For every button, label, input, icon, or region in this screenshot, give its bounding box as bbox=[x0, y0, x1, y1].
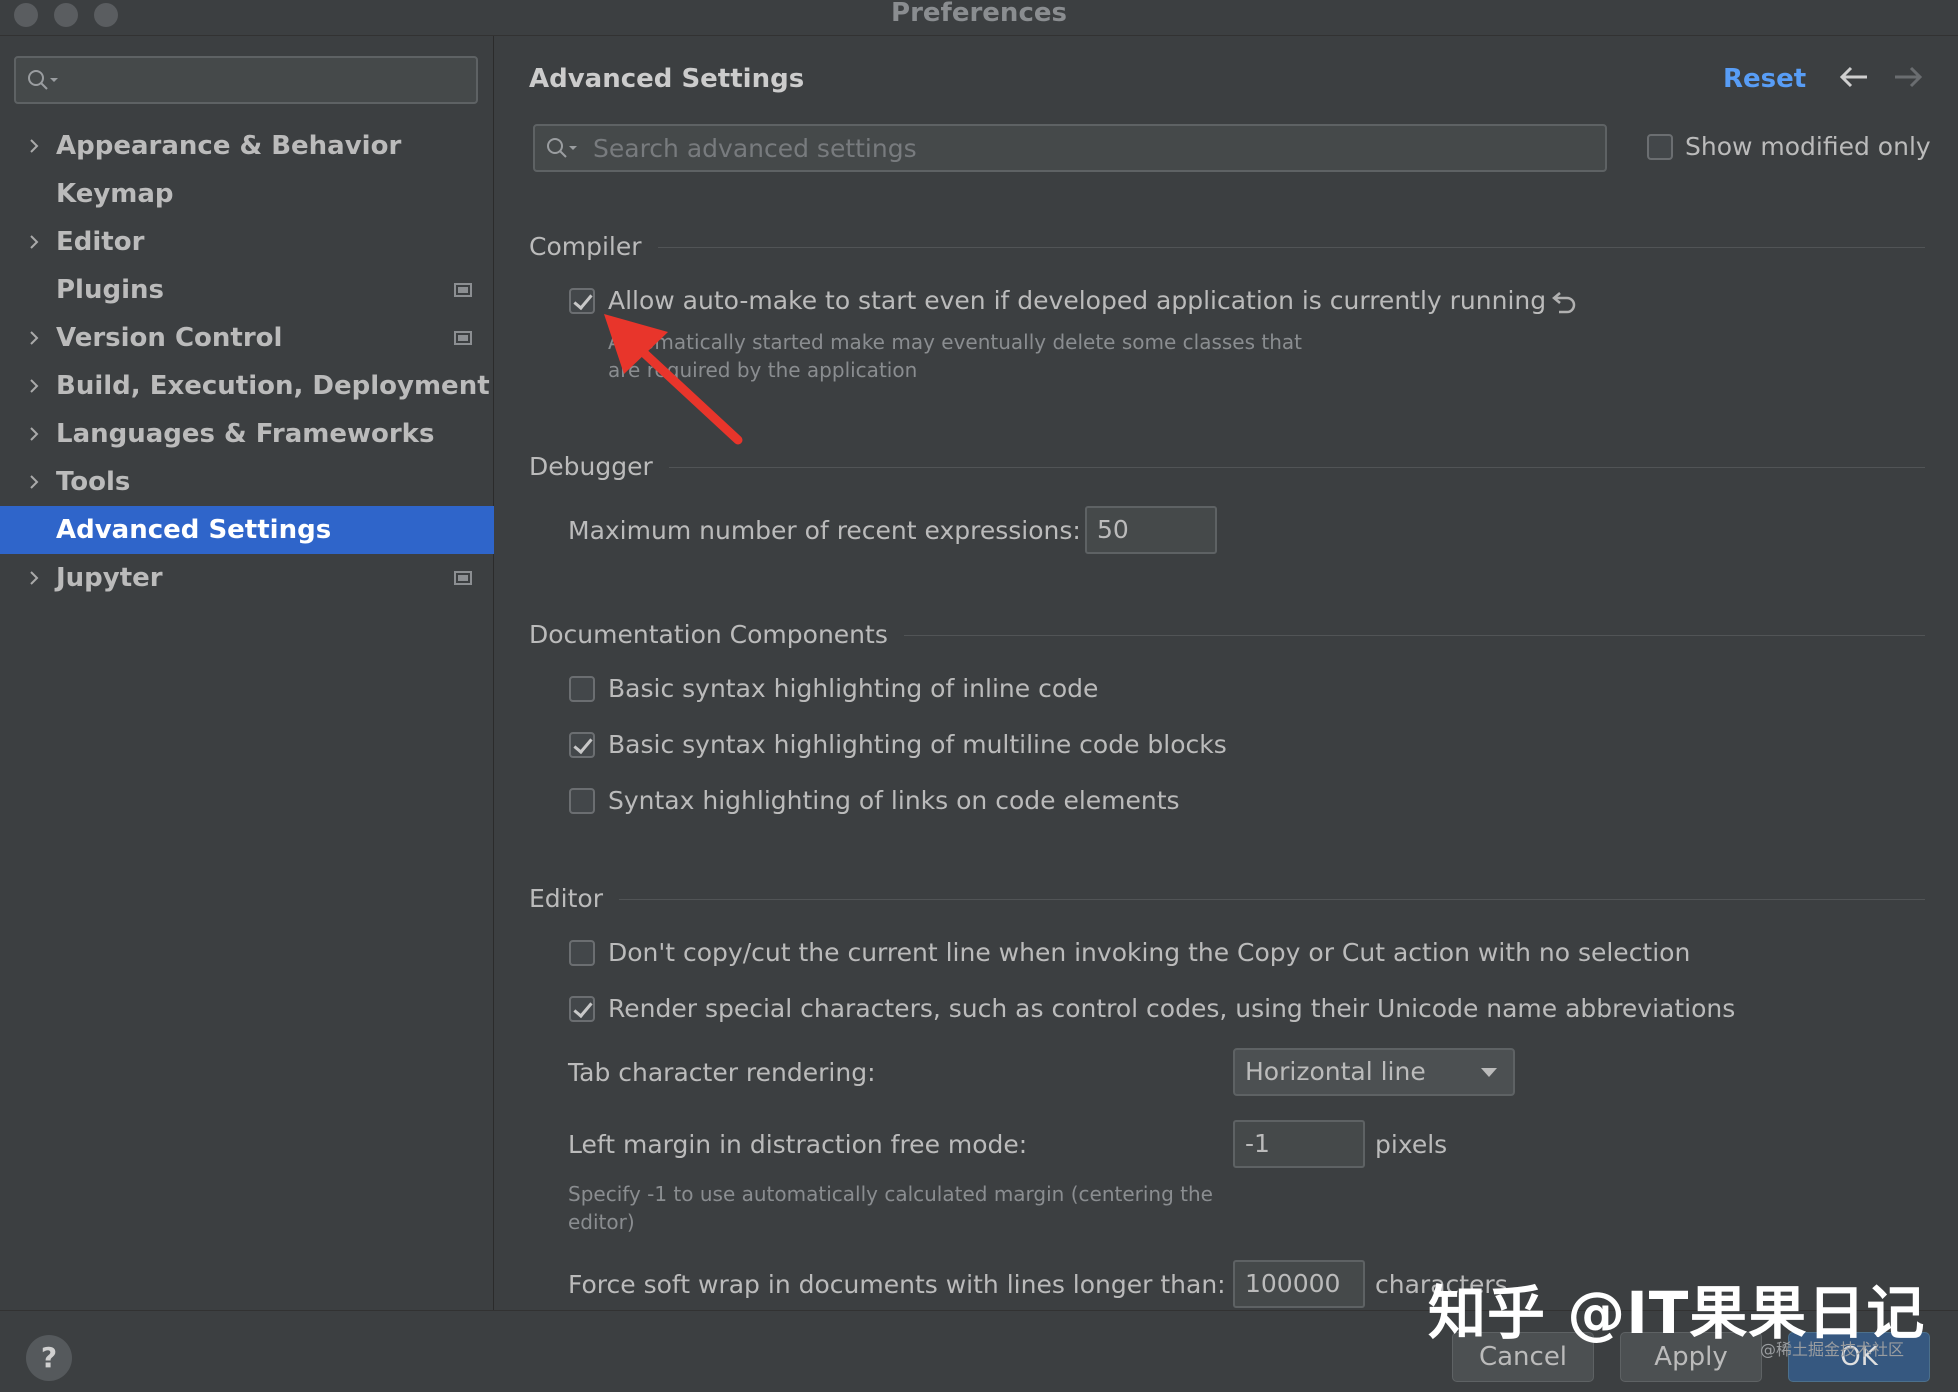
code-links-highlighting-checkbox[interactable] bbox=[569, 788, 595, 814]
sidebar-item-label: Build, Execution, Deployment bbox=[56, 371, 490, 401]
sidebar-item-label: Keymap bbox=[56, 179, 174, 209]
watermark-small-text: @稀土掘金技术社区 bbox=[1760, 1340, 1905, 1359]
settings-sidebar: Appearance & Behavior Keymap Editor Plug… bbox=[0, 36, 494, 1310]
title-bar: Preferences bbox=[0, 0, 1958, 36]
advanced-settings-pane: Advanced Settings Reset Show modified on… bbox=[495, 36, 1958, 1310]
chevron-right-icon bbox=[30, 475, 39, 489]
section-title: Compiler bbox=[529, 232, 658, 261]
recent-expressions-label: Maximum number of recent expressions: bbox=[568, 516, 1081, 545]
project-settings-icon bbox=[454, 571, 472, 585]
left-margin-hint-line1: Specify -1 to use automatically calculat… bbox=[568, 1182, 1213, 1206]
chevron-right-icon bbox=[30, 139, 39, 153]
section-title: Editor bbox=[529, 884, 619, 913]
sidebar-item-label: Tools bbox=[56, 467, 131, 497]
sidebar-item-label: Editor bbox=[56, 227, 145, 257]
soft-wrap-input[interactable]: 100000 bbox=[1233, 1260, 1365, 1308]
revert-icon[interactable] bbox=[1549, 290, 1577, 316]
sidebar-item-label: Appearance & Behavior bbox=[56, 131, 402, 161]
left-margin-unit: pixels bbox=[1375, 1130, 1448, 1159]
annotation-arrow-icon bbox=[604, 314, 743, 445]
forward-arrow-icon[interactable] bbox=[1893, 66, 1923, 88]
render-special-chars-checkbox[interactable] bbox=[569, 996, 595, 1022]
documentation-section: Documentation Components bbox=[529, 620, 1925, 650]
chevron-right-icon bbox=[30, 235, 39, 249]
sidebar-item-editor[interactable]: Editor bbox=[0, 218, 494, 266]
inline-code-highlighting-checkbox[interactable] bbox=[569, 676, 595, 702]
sidebar-item-label: Jupyter bbox=[56, 563, 163, 593]
chevron-right-icon bbox=[30, 427, 39, 441]
tab-rendering-label: Tab character rendering: bbox=[568, 1058, 876, 1087]
sidebar-item-advanced-settings[interactable]: Advanced Settings bbox=[0, 506, 494, 554]
sidebar-item-build-execution-deployment[interactable]: Build, Execution, Deployment bbox=[0, 362, 494, 410]
section-title: Documentation Components bbox=[529, 620, 904, 649]
multiline-code-highlighting-label: Basic syntax highlighting of multiline c… bbox=[608, 730, 1227, 759]
render-special-chars-label: Render special characters, such as contr… bbox=[608, 994, 1736, 1023]
compiler-section: Compiler bbox=[529, 232, 1925, 262]
soft-wrap-label: Force soft wrap in documents with lines … bbox=[568, 1270, 1226, 1299]
sidebar-item-jupyter[interactable]: Jupyter bbox=[0, 554, 494, 602]
debugger-section: Debugger bbox=[529, 452, 1925, 482]
sidebar-item-languages-frameworks[interactable]: Languages & Frameworks bbox=[0, 410, 494, 458]
window-title: Preferences bbox=[891, 0, 1067, 28]
left-margin-input[interactable]: -1 bbox=[1233, 1120, 1365, 1168]
recent-expressions-input[interactable]: 50 bbox=[1085, 506, 1217, 554]
back-arrow-icon[interactable] bbox=[1839, 66, 1869, 88]
left-margin-label: Left margin in distraction free mode: bbox=[568, 1130, 1028, 1159]
tab-rendering-value: Horizontal line bbox=[1245, 1057, 1426, 1086]
sidebar-item-plugins[interactable]: Plugins bbox=[0, 266, 494, 314]
section-divider bbox=[529, 467, 1925, 468]
reset-link[interactable]: Reset bbox=[1723, 64, 1806, 94]
search-icon bbox=[28, 70, 58, 90]
sidebar-item-label: Languages & Frameworks bbox=[56, 419, 435, 449]
sidebar-item-label: Version Control bbox=[56, 323, 283, 353]
section-title: Debugger bbox=[529, 452, 669, 481]
tab-rendering-select[interactable]: Horizontal line bbox=[1233, 1048, 1515, 1096]
advanced-settings-search-input[interactable] bbox=[593, 130, 1593, 166]
dont-copy-line-checkbox[interactable] bbox=[569, 940, 595, 966]
project-settings-icon bbox=[454, 283, 472, 297]
chevron-right-icon bbox=[30, 379, 39, 393]
sidebar-item-label: Plugins bbox=[56, 275, 164, 305]
sidebar-item-keymap[interactable]: Keymap bbox=[0, 170, 494, 218]
settings-nav: Appearance & Behavior Keymap Editor Plug… bbox=[0, 122, 494, 602]
chevron-right-icon bbox=[30, 571, 39, 585]
dont-copy-line-label: Don't copy/cut the current line when inv… bbox=[608, 938, 1691, 967]
editor-section: Editor bbox=[529, 884, 1925, 914]
show-modified-only-label: Show modified only bbox=[1685, 132, 1931, 161]
chevron-down-icon bbox=[1481, 1068, 1497, 1077]
sidebar-search-input[interactable] bbox=[14, 56, 478, 104]
help-button[interactable]: ? bbox=[26, 1335, 72, 1381]
code-links-highlighting-label: Syntax highlighting of links on code ele… bbox=[608, 786, 1180, 815]
sidebar-item-label: Advanced Settings bbox=[56, 515, 332, 545]
multiline-code-highlighting-checkbox[interactable] bbox=[569, 732, 595, 758]
sidebar-item-version-control[interactable]: Version Control bbox=[0, 314, 494, 362]
advanced-settings-search bbox=[533, 124, 1607, 172]
section-divider bbox=[529, 247, 1925, 248]
page-title: Advanced Settings bbox=[529, 64, 805, 94]
section-divider bbox=[529, 899, 1925, 900]
show-modified-only-checkbox[interactable] bbox=[1647, 134, 1673, 160]
sidebar-item-tools[interactable]: Tools bbox=[0, 458, 494, 506]
left-margin-hint-line2: editor) bbox=[568, 1210, 635, 1234]
search-icon bbox=[547, 138, 577, 158]
inline-code-highlighting-label: Basic syntax highlighting of inline code bbox=[608, 674, 1099, 703]
chevron-right-icon bbox=[30, 331, 39, 345]
sidebar-item-appearance-behavior[interactable]: Appearance & Behavior bbox=[0, 122, 494, 170]
project-settings-icon bbox=[454, 331, 472, 345]
